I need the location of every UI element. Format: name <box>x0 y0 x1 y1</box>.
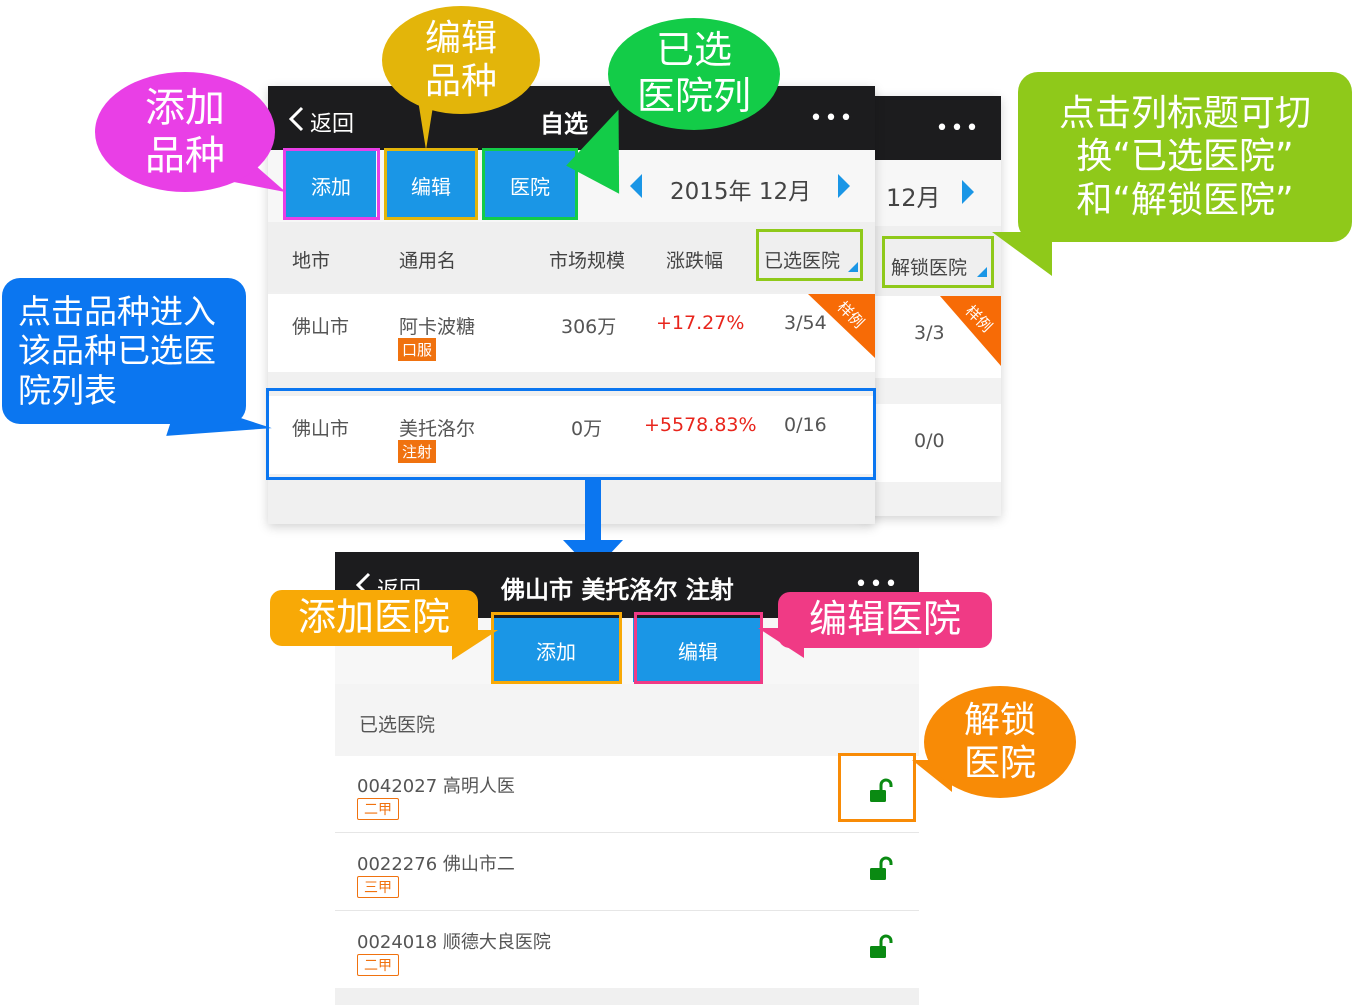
grade-tag: 二甲 <box>357 798 399 820</box>
col-unlocked-hospital[interactable]: 解锁医院 <box>891 253 967 280</box>
col-market-size[interactable]: 市场规模 <box>549 246 625 273</box>
row-change: +17.27% <box>656 312 745 334</box>
callout-line: 和“解锁医院” <box>1076 179 1294 221</box>
callout-edit-variety: 编辑 品种 <box>382 6 540 114</box>
highlight-row <box>266 388 876 480</box>
callout-line: 品种 <box>424 61 497 102</box>
callout-click-variety: 点击品种进入 该品种已选医 院列表 <box>2 278 246 424</box>
callout-line: 点击品种进入 <box>18 291 216 331</box>
grade-tag: 三甲 <box>357 876 399 898</box>
back-button[interactable]: 返回 <box>310 106 354 138</box>
callout-selected-hospital-col: 已选 医院列 <box>608 18 780 130</box>
hospital-list: 0042027 高明人医 二甲 0022276 佛山市二 三甲 0024018 … <box>335 756 919 988</box>
prev-month-icon[interactable] <box>628 172 644 200</box>
callout-line: 医院列 <box>636 74 751 118</box>
route-tag: 口服 <box>398 338 437 361</box>
navbar: 返回 自选 ••• <box>268 86 875 150</box>
data-row[interactable]: 0/0 <box>860 404 1001 482</box>
callout-line: 点击列标题可切 <box>1058 93 1311 135</box>
unlocked-count: 3/3 <box>914 322 945 344</box>
unlock-icon[interactable] <box>869 856 895 882</box>
callout-line: 已选 <box>655 28 732 73</box>
callout-add-hospital: 添加医院 <box>270 590 478 646</box>
sort-triangle-icon <box>977 267 987 277</box>
list-item[interactable]: 0042027 高明人医 二甲 <box>335 756 919 833</box>
navbar: ••• <box>860 96 1001 160</box>
hospital-name: 0024018 顺德大良医院 <box>357 932 551 953</box>
callout-add-variety: 添加 品种 <box>95 72 275 192</box>
callout-line: 该品种已选医 <box>18 331 216 371</box>
grade-tag: 二甲 <box>357 954 399 976</box>
date-bar: 12月 <box>860 160 1001 226</box>
callout-line: 院列表 <box>18 370 117 410</box>
highlight-add-hospital <box>491 612 622 684</box>
callout-line: 换“已选医院” <box>1076 136 1294 178</box>
row-city: 佛山市 <box>292 316 350 338</box>
callout-line: 添加 <box>145 85 225 131</box>
callout-line: 编辑 <box>424 17 497 59</box>
callout-line: 解锁 <box>963 699 1036 741</box>
back-chevron-icon[interactable] <box>288 106 304 132</box>
highlight-edit-hospital <box>634 612 763 684</box>
callout-line: 品种 <box>145 133 225 179</box>
col-generic-name[interactable]: 通用名 <box>399 246 456 273</box>
hospital-name: 0042027 高明人医 <box>357 776 515 797</box>
date-label: 2015年 12月 <box>670 179 812 205</box>
date-label: 12月 <box>886 184 941 212</box>
row-selected: 3/54 <box>784 312 827 334</box>
more-icon[interactable]: ••• <box>930 110 986 146</box>
unlock-icon[interactable] <box>869 934 895 960</box>
callout-toggle-hint: 点击列标题可切 换“已选医院” 和“解锁医院” <box>1018 72 1352 242</box>
unlocked-count: 0/0 <box>914 430 945 452</box>
next-month-icon[interactable] <box>836 172 852 200</box>
hospital-name: 0022276 佛山市二 <box>357 854 515 875</box>
highlight-hospital <box>482 148 578 220</box>
section-header: 已选医院 <box>335 684 919 756</box>
page-title: 佛山市 美托洛尔 注射 <box>501 576 734 604</box>
data-row[interactable]: 3/3 样例 <box>860 296 1001 378</box>
more-icon[interactable]: ••• <box>804 100 860 136</box>
list-item[interactable]: 0022276 佛山市二 三甲 <box>335 834 919 911</box>
col-change[interactable]: 涨跌幅 <box>666 246 723 273</box>
highlight-unlock <box>838 753 916 822</box>
highlight-unlocked-col: 解锁医院 <box>882 236 994 288</box>
table-row[interactable]: 佛山市 阿卡波糖 口服 306万 +17.27% 3/54 样例 <box>268 294 875 372</box>
highlight-selected-col <box>756 229 863 281</box>
screen-unlocked-view: ••• 12月 3/3 样例 0/0 <box>860 96 1001 516</box>
highlight-add <box>283 148 380 220</box>
list-item[interactable]: 0024018 顺德大良医院 二甲 <box>335 912 919 988</box>
callout-unlock-hospital: 解锁 医院 <box>924 686 1076 798</box>
page-title: 自选 <box>540 110 588 138</box>
col-city[interactable]: 地市 <box>292 246 330 273</box>
callout-edit-hospital: 编辑医院 <box>778 592 992 648</box>
next-month-icon[interactable] <box>960 178 976 206</box>
callout-line: 医院 <box>963 743 1036 784</box>
highlight-edit <box>384 148 478 220</box>
section-title: 已选医院 <box>359 714 436 736</box>
row-market: 306万 <box>561 316 617 338</box>
row-name: 阿卡波糖 <box>399 316 476 338</box>
